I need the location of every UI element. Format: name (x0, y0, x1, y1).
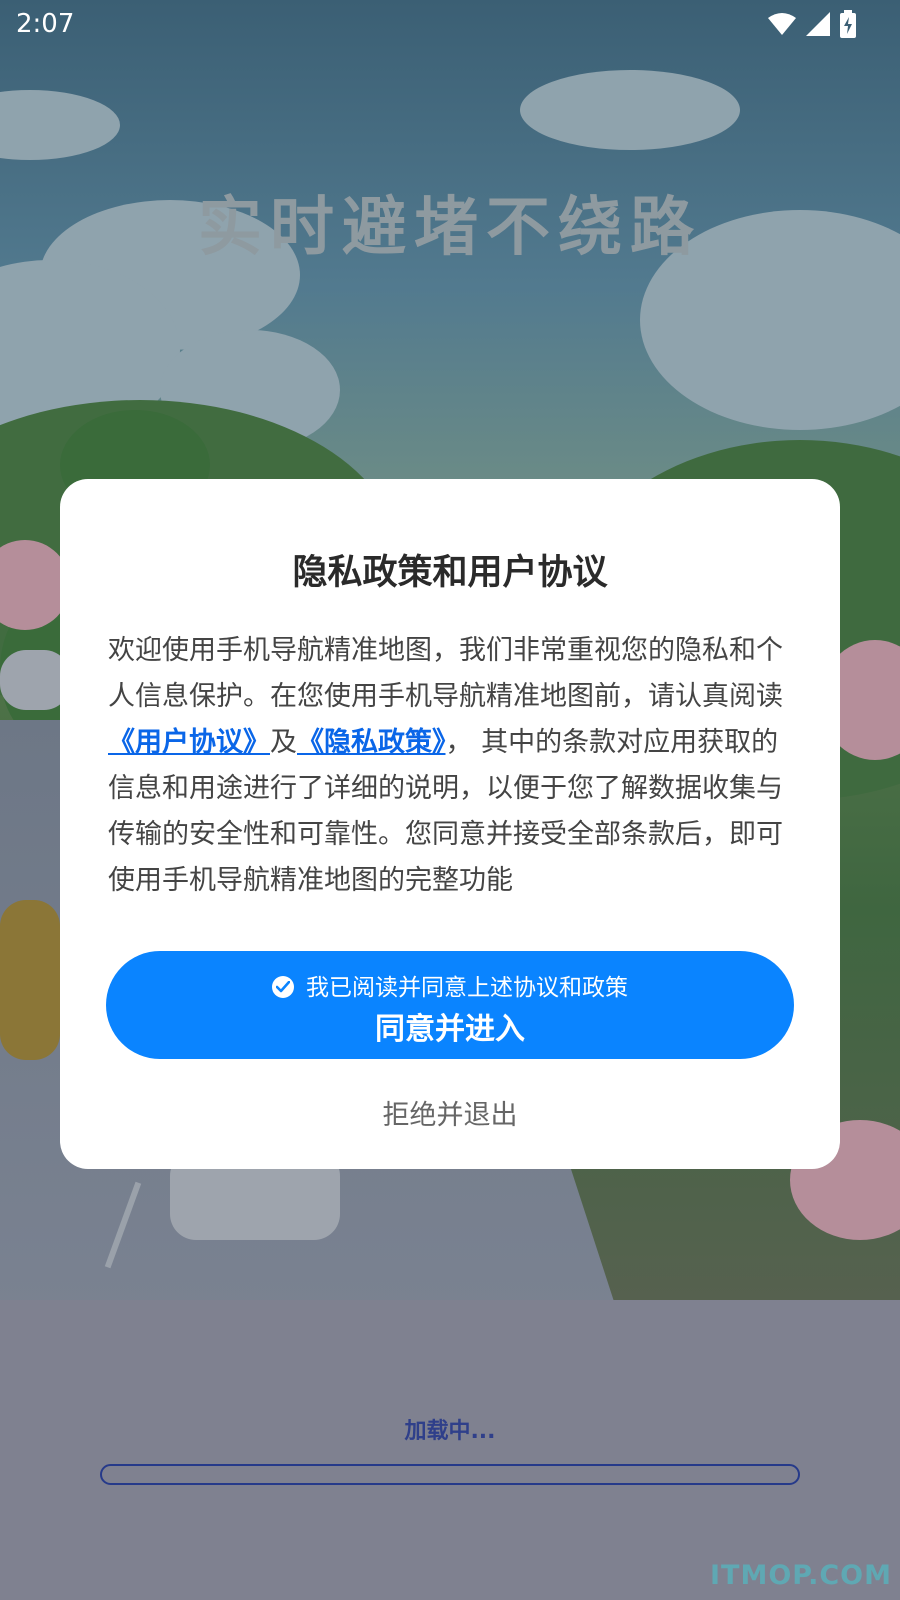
battery-charging-icon (840, 10, 856, 42)
splash-slogan: 实时避堵不绕路 (198, 191, 702, 265)
status-bar: 2:07 (0, 0, 900, 50)
check-icon[interactable] (272, 976, 294, 998)
status-icons (768, 10, 856, 42)
dialog-body-connector: 及 (270, 727, 297, 758)
privacy-policy-link[interactable]: 《隐私政策》 (297, 727, 446, 758)
agree-checkbox-row[interactable]: 我已阅读并同意上述协议和政策 (106, 968, 794, 1002)
reject-and-exit-button[interactable]: 拒绝并退出 (300, 1093, 600, 1137)
loading-text: 加载中... (404, 1419, 496, 1444)
status-time: 2:07 (16, 9, 75, 39)
loading-area (0, 1300, 900, 1600)
agree-checkbox-label: 我已阅读并同意上述协议和政策 (306, 975, 628, 1001)
agree-and-enter-button[interactable]: 我已阅读并同意上述协议和政策 同意并进入 (106, 951, 794, 1059)
dialog-title: 隐私政策和用户协议 (292, 553, 608, 593)
user-agreement-link[interactable]: 《用户协议》 (108, 727, 270, 758)
wifi-icon (768, 13, 796, 39)
loading-progress-bar (100, 1464, 800, 1485)
watermark: ITMOP.COM (709, 1560, 892, 1591)
agree-button-label: 同意并进入 (375, 1012, 525, 1047)
dialog-body: 欢迎使用手机导航精准地图，我们非常重视您的隐私和个人信息保护。在您使用手机导航精… (108, 628, 796, 904)
signal-icon (806, 12, 830, 40)
dialog-body-intro: 欢迎使用手机导航精准地图，我们非常重视您的隐私和个人信息保护。在您使用手机导航精… (108, 635, 783, 712)
